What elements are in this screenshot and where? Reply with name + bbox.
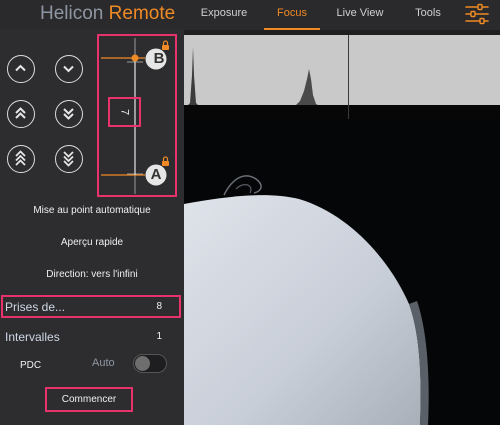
start-button-label: Commencer [61, 394, 117, 405]
dof-label: PDC [20, 360, 42, 371]
quick-preview-button[interactable]: Aperçu rapide [0, 235, 184, 251]
histogram-baseline [184, 105, 500, 119]
tab-live-view[interactable]: Live View [332, 0, 388, 28]
toggle-knob [135, 356, 150, 371]
shots-value[interactable]: 8 [140, 301, 162, 312]
double-chevron-down-icon [63, 108, 74, 120]
dof-auto-label: Auto [92, 357, 115, 369]
direction-button[interactable]: Direction: vers l'infini [0, 267, 184, 283]
double-chevron-up-icon [15, 107, 26, 119]
brand-suffix: Remote [108, 3, 176, 24]
double-step-down-button[interactable] [55, 100, 83, 128]
double-step-up-button[interactable] [7, 100, 35, 128]
tab-exposure[interactable]: Exposure [196, 0, 252, 28]
histogram-divider [348, 35, 349, 119]
chevron-down-icon [63, 65, 74, 73]
app-logo: Helicon Remote [40, 2, 175, 26]
step-up-button[interactable] [7, 55, 35, 83]
step-down-button[interactable] [55, 55, 83, 83]
triple-chevron-up-icon [15, 150, 26, 166]
focus-step-value[interactable]: 7 [112, 98, 138, 127]
shots-label: Prises de... [5, 300, 66, 314]
autofocus-button[interactable]: Mise au point automatique [0, 203, 184, 219]
tab-focus[interactable]: Focus [264, 0, 320, 30]
focus-point-a-label[interactable]: A [145, 164, 167, 186]
start-button[interactable]: Commencer [45, 387, 133, 412]
brand-prefix: Helicon [40, 3, 104, 24]
triple-chevron-down-icon [63, 151, 74, 167]
focus-point-b-label[interactable]: B [148, 48, 170, 70]
triple-step-up-button[interactable] [7, 145, 35, 173]
chevron-up-icon [15, 64, 26, 72]
intervals-label: Intervalles [5, 330, 60, 344]
focus-histogram [184, 35, 500, 105]
settings-sliders-icon[interactable] [464, 3, 490, 25]
dof-auto-toggle[interactable] [133, 354, 167, 373]
triple-step-down-button[interactable] [55, 145, 83, 173]
tab-tools[interactable]: Tools [400, 0, 456, 28]
live-view-image [184, 119, 500, 425]
intervals-value[interactable]: 1 [140, 331, 162, 342]
